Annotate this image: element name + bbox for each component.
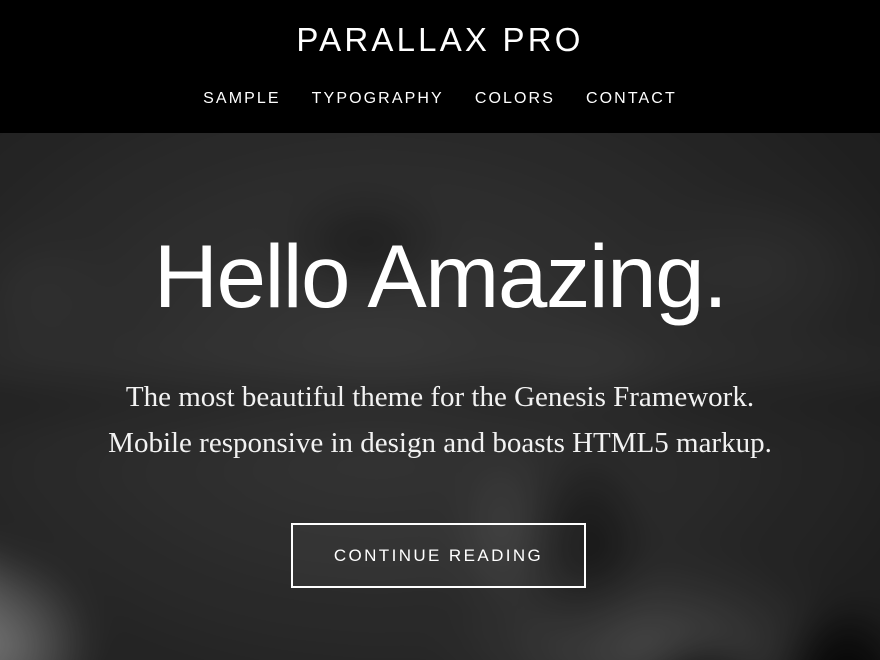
continue-reading-button-label: CONTINUE READING [333,545,544,565]
nav-item-typography[interactable]: TYPOGRAPHY [312,88,444,110]
hero-section: Hello Amazing. The most beautiful theme … [0,133,880,660]
nav-item-contact[interactable]: CONTACT [586,88,677,110]
continue-reading-button[interactable]: CONTINUE READING [291,523,586,588]
hero-description-line-1: The most beautiful theme for the Genesis… [125,381,755,413]
site-header: PARALLAX PRO SAMPLE TYPOGRAPHY COLORS CO… [0,0,880,133]
hero-description-line-2: Mobile responsive in design and boasts H… [108,427,772,459]
page-root: PARALLAX PRO SAMPLE TYPOGRAPHY COLORS CO… [0,0,880,660]
hero-title: Hello Amazing. [153,226,728,326]
hero-content: Hello Amazing. The most beautiful theme … [0,133,880,660]
nav-item-sample[interactable]: SAMPLE [203,88,281,110]
site-title[interactable]: PARALLAX PRO [0,20,880,60]
primary-navigation: SAMPLE TYPOGRAPHY COLORS CONTACT [0,88,880,110]
nav-item-colors[interactable]: COLORS [475,88,555,110]
hero-description: The most beautiful theme for the Genesis… [0,374,880,466]
